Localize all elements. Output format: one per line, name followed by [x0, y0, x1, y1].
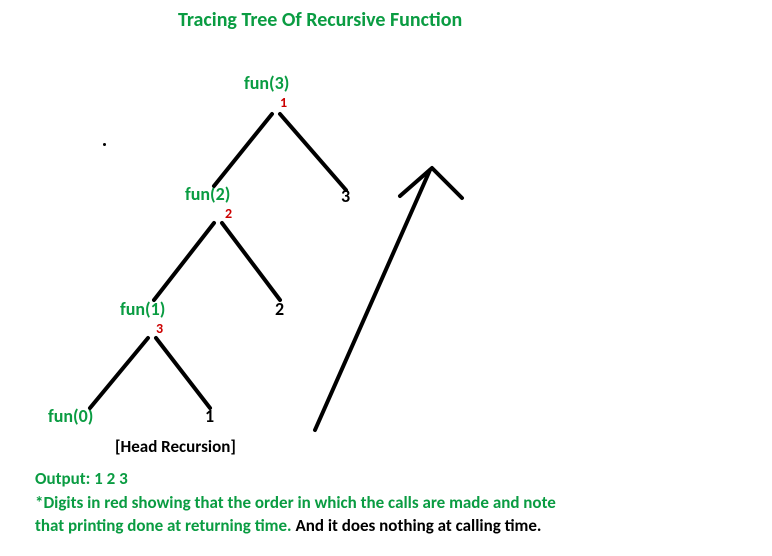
- edge-fun2-right: [222, 223, 280, 300]
- output-label: Output: 1 2 3: [35, 468, 128, 489]
- arrow-shaft: [315, 170, 430, 430]
- diagram-title: Tracing Tree Of Recursive Function: [178, 8, 462, 32]
- dot-mark: [103, 143, 106, 146]
- print-value-2: 2: [275, 298, 284, 320]
- edge-fun3-right: [280, 114, 346, 190]
- explanation-note: *Digits in red showing that the order in…: [35, 492, 755, 538]
- note-line1: *Digits in red showing that the order in…: [35, 492, 556, 513]
- node-fun2: fun(2): [185, 183, 230, 205]
- edge-fun3-left: [214, 114, 272, 186]
- arrow-head: [400, 168, 462, 198]
- edge-fun2-left: [154, 223, 214, 300]
- caption-head-recursion: [Head Recursion]: [115, 436, 236, 457]
- note-line2a: that printing done at returning time.: [35, 515, 292, 536]
- node-fun3: fun(3): [244, 72, 289, 94]
- step-3: 3: [156, 320, 163, 337]
- print-value-1: 1: [205, 405, 214, 427]
- edge-fun1-right: [156, 338, 210, 408]
- diagram-stage: Tracing Tree Of Recursive Function fun(3…: [0, 0, 772, 556]
- note-line2b: And it does nothing at calling time.: [295, 515, 541, 536]
- node-fun1: fun(1): [120, 298, 165, 320]
- edge-fun1-left: [90, 338, 148, 408]
- print-value-3: 3: [341, 185, 350, 207]
- step-2: 2: [225, 205, 232, 222]
- step-1: 1: [280, 94, 287, 111]
- node-fun0: fun(0): [48, 405, 93, 427]
